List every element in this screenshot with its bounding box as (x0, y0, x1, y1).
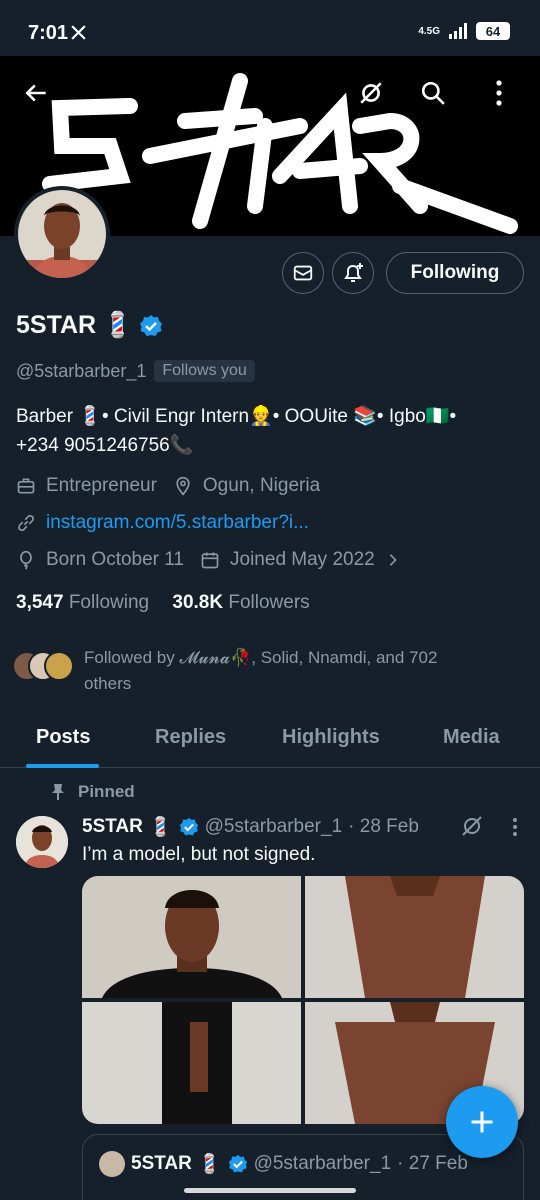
network-label: 4.5G (418, 25, 440, 37)
briefcase-icon (17, 478, 35, 494)
handle-row: @5starbarber_1 Follows you (16, 360, 255, 382)
grok-button[interactable] (352, 74, 390, 112)
following-count-label: Following (68, 592, 150, 613)
notifications-button[interactable] (332, 252, 374, 294)
location-icon (176, 476, 190, 496)
grok-icon (462, 816, 482, 836)
search-button[interactable] (414, 74, 452, 112)
verified-icon (140, 314, 163, 336)
post-photo-3[interactable] (82, 1002, 301, 1124)
tab-posts[interactable]: Posts (36, 726, 90, 749)
status-icons: 4.5G 64 (418, 22, 510, 40)
quoted-post-header: 5STAR 💈 @5starbarber_1 · 27 Feb (99, 1151, 468, 1177)
post-author-name[interactable]: 5STAR (82, 816, 143, 838)
balloon-icon (20, 550, 32, 570)
follower-avatar (44, 651, 74, 681)
chevron-right-icon[interactable] (385, 552, 401, 568)
bell-plus-icon (344, 263, 363, 282)
tab-media[interactable]: Media (443, 726, 500, 749)
joined-date: Joined May 2022 (230, 549, 375, 570)
post-media-grid (82, 876, 524, 1124)
status-time: 7:01 (28, 22, 69, 44)
signal-icon (449, 23, 467, 39)
link-icon (18, 514, 34, 532)
post-photo-1[interactable] (82, 876, 301, 998)
home-indicator[interactable] (184, 1188, 356, 1193)
post-header: 5STAR 💈 @5starbarber_1 · 28 Feb (82, 815, 419, 839)
post-author-handle: @5starbarber_1 (204, 816, 343, 837)
more-vertical-icon (496, 80, 502, 106)
profile-tabs: Posts Replies Highlights Media (0, 714, 540, 768)
back-arrow-icon (25, 84, 46, 102)
post-author-emoji: 💈 (148, 817, 173, 838)
follows-you-badge: Follows you (154, 360, 255, 382)
followers-count: 30.8K (172, 592, 224, 613)
verified-icon (179, 817, 198, 836)
pinned-label-row: Pinned (50, 782, 135, 802)
profession: Entrepreneur (46, 475, 157, 496)
quote-avatar (99, 1151, 125, 1177)
profile-link[interactable]: instagram.com/5.starbarber?i... (46, 512, 309, 534)
photo-portrait (82, 876, 301, 998)
tab-replies[interactable]: Replies (155, 726, 226, 749)
post-date: · 28 Feb (348, 816, 419, 837)
profile-avatar[interactable] (14, 186, 110, 282)
avatar-image (18, 190, 106, 278)
name-emoji: 💈 (102, 311, 134, 339)
message-button[interactable] (282, 252, 324, 294)
quote-author-handle: @5starbarber_1 (253, 1153, 392, 1174)
tab-highlights[interactable]: Highlights (282, 726, 380, 749)
verified-icon (228, 1154, 247, 1173)
followers-count-label: Followers (228, 592, 310, 613)
following-button[interactable]: Following (386, 252, 524, 294)
profile-bio: Barber 💈• Civil Engr Intern👷• OOUite 📚• … (16, 402, 526, 460)
mail-icon (293, 265, 313, 281)
follow-counts: 3,547 Following 30.8K Followers (16, 592, 310, 614)
post-avatar[interactable] (16, 816, 68, 868)
post-grok-button[interactable] (460, 814, 484, 843)
plus-icon (471, 1111, 493, 1133)
followed-by-avatars (12, 645, 76, 681)
profile-handle: @5starbarber_1 (16, 360, 147, 381)
profile-name: 5STAR (16, 311, 97, 339)
meta-row-2: instagram.com/5.starbarber?i... (16, 512, 309, 534)
bio-line-1: Barber 💈• Civil Engr Intern👷• OOUite 📚• … (16, 406, 457, 427)
meta-row-1: Entrepreneur Ogun, Nigeria (16, 475, 320, 497)
quote-author-name: 5STAR (131, 1153, 192, 1174)
search-icon (421, 81, 445, 105)
following-count: 3,547 (16, 592, 64, 613)
x-logo-icon (71, 25, 86, 40)
photo-standing (82, 1002, 301, 1124)
quote-author-emoji: 💈 (197, 1154, 222, 1175)
pinned-label: Pinned (78, 782, 135, 801)
more-vertical-icon (513, 818, 517, 836)
followers-count-link[interactable]: 30.8K Followers (172, 592, 309, 613)
battery-indicator: 64 (476, 22, 510, 40)
meta-row-3: Born October 11 Joined May 2022 (16, 549, 401, 571)
quote-date: · 27 Feb (397, 1153, 468, 1174)
following-count-link[interactable]: 3,547 Following (16, 592, 149, 613)
photo-torso (305, 876, 524, 998)
more-button[interactable] (480, 74, 518, 112)
post-text: I’m a model, but not signed. (82, 844, 316, 865)
followed-by-names: 𝓜𝓾𝓷𝓪🥀, Solid, Nnamdi, and 702 (179, 648, 438, 667)
followed-by-prefix: Followed by (84, 648, 180, 667)
grok-icon (360, 82, 382, 104)
active-tab-indicator (26, 764, 99, 768)
followed-by[interactable]: Followed by 𝓜𝓾𝓷𝓪🥀, Solid, Nnamdi, and 70… (12, 645, 522, 697)
calendar-icon (201, 552, 219, 569)
back-button[interactable] (18, 74, 56, 112)
post-photo-2[interactable] (305, 876, 524, 998)
pin-icon (52, 784, 64, 800)
bio-line-2: +234 9051246756📞 (16, 435, 194, 456)
post-more-button[interactable] (512, 818, 518, 841)
followed-by-suffix: others (84, 674, 132, 693)
followed-by-text: Followed by 𝓜𝓾𝓷𝓪🥀, Solid, Nnamdi, and 70… (84, 645, 437, 697)
profile-name-row: 5STAR 💈 (16, 311, 163, 340)
post-avatar-image (16, 816, 68, 868)
compose-post-button[interactable] (446, 1086, 518, 1158)
location: Ogun, Nigeria (202, 475, 321, 496)
birthday: Born October 11 (46, 549, 185, 570)
